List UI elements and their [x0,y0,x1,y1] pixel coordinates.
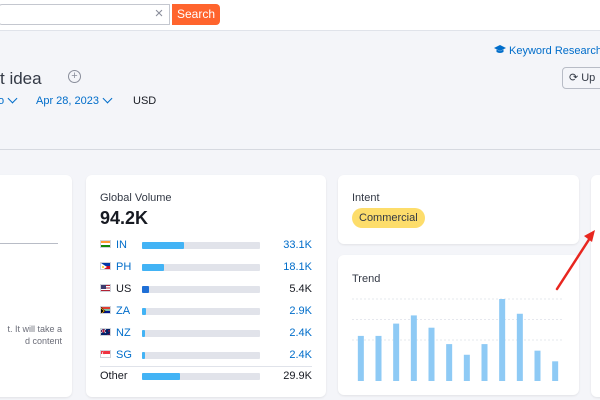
next-card [591,175,600,397]
country-volume[interactable]: 2.9K [289,305,312,317]
country-code[interactable]: NZ [116,327,131,339]
usa-flag-icon [100,284,111,292]
refresh-icon: ⟳ [569,72,579,84]
volume-bar-fill [142,242,185,249]
graduation-cap-icon [494,45,506,53]
volume-bar [142,330,260,337]
trend-card: Trend [338,255,579,395]
other-row: Other 29.9K [100,370,312,384]
country-row: SG 2.4K [100,349,312,363]
trend-bar[interactable] [499,299,506,381]
search-input[interactable] [0,4,170,25]
country-row: ZA 2.9K [100,305,312,319]
volume-bar [142,264,260,271]
trend-title: Trend [352,273,381,285]
country-row: IN 33.1K [100,239,312,253]
keyword-difficulty-card: t. It will take a d content [0,175,72,397]
volume-bar-fill [142,264,165,271]
country-volume[interactable]: 18.1K [283,261,312,273]
database-filter[interactable]: o [0,93,18,107]
trend-bar[interactable] [534,350,541,381]
trend-bar[interactable] [463,354,470,381]
trend-bar[interactable] [410,315,417,381]
volume-bar [142,242,260,249]
trend-bar[interactable] [481,344,488,381]
chevron-down-icon [102,93,113,104]
divider [100,366,312,367]
country-volume: 5.4K [289,283,312,295]
trend-bar[interactable] [375,335,382,381]
intent-card: Intent Commercial [338,175,579,244]
country-code[interactable]: PH [116,261,131,273]
intent-title: Intent [352,192,380,204]
description-line: d content [24,336,62,346]
singapore-flag-icon [100,350,111,358]
other-volume: 29.9K [283,370,312,382]
country-row: PH 18.1K [100,261,312,275]
trend-bar[interactable] [552,361,559,381]
chevron-down-icon [7,93,18,104]
global-volume-title: Global Volume [100,192,172,204]
volume-bar-fill [142,308,146,315]
page-title: t idea [0,69,42,88]
trend-chart [352,298,564,381]
update-button[interactable]: ⟳ Up [562,67,600,89]
volume-bar [142,373,260,380]
country-volume[interactable]: 33.1K [283,239,312,251]
add-circle-icon[interactable]: + [68,70,81,83]
top-search-bar: × Search [0,0,600,31]
card-description: t. It will take a d content [7,323,62,347]
update-button-label: Up [581,72,596,84]
volume-bar [142,286,260,293]
country-code[interactable]: IN [116,239,127,251]
currency-label: USD [133,95,157,107]
volume-bar-fill [142,286,150,293]
clear-search-icon[interactable]: × [152,5,166,22]
volume-bar [142,352,260,359]
database-filter-label: o [0,95,5,107]
keyword-research-link[interactable]: Keyword Research [494,45,600,57]
trend-bar[interactable] [516,313,523,381]
country-code[interactable]: SG [116,349,132,361]
global-volume-card: Global Volume 94.2K IN 33.1K PH 18.1K US… [86,175,326,397]
country-code: US [116,283,132,295]
country-row: NZ 2.4K [100,327,312,341]
volume-bar-fill [142,373,180,380]
trend-bar[interactable] [393,323,400,381]
keyword-research-label: Keyword Research [509,45,600,57]
global-volume-value: 94.2K [100,208,149,228]
volume-bar-fill [142,330,145,337]
search-button[interactable]: Search [172,4,220,25]
trend-bar[interactable] [428,327,435,381]
description-line: t. It will take a [7,324,62,334]
volume-bar [142,308,260,315]
trend-bar[interactable] [357,335,364,381]
country-volume[interactable]: 2.4K [289,349,312,361]
country-volume[interactable]: 2.4K [289,327,312,339]
country-row: US 5.4K [100,283,312,297]
other-label: Other [100,370,128,382]
country-code[interactable]: ZA [116,305,130,317]
volume-bar-fill [142,352,145,359]
south-africa-flag-icon [100,306,111,314]
date-filter-label: Apr 28, 2023 [36,95,99,107]
india-flag-icon [100,240,111,248]
new-zealand-flag-icon [100,328,111,336]
intent-badge: Commercial [352,208,425,228]
trend-bar[interactable] [446,344,453,381]
date-filter[interactable]: Apr 28, 2023 [36,93,113,107]
philippines-flag-icon [100,262,111,270]
divider [0,243,58,244]
